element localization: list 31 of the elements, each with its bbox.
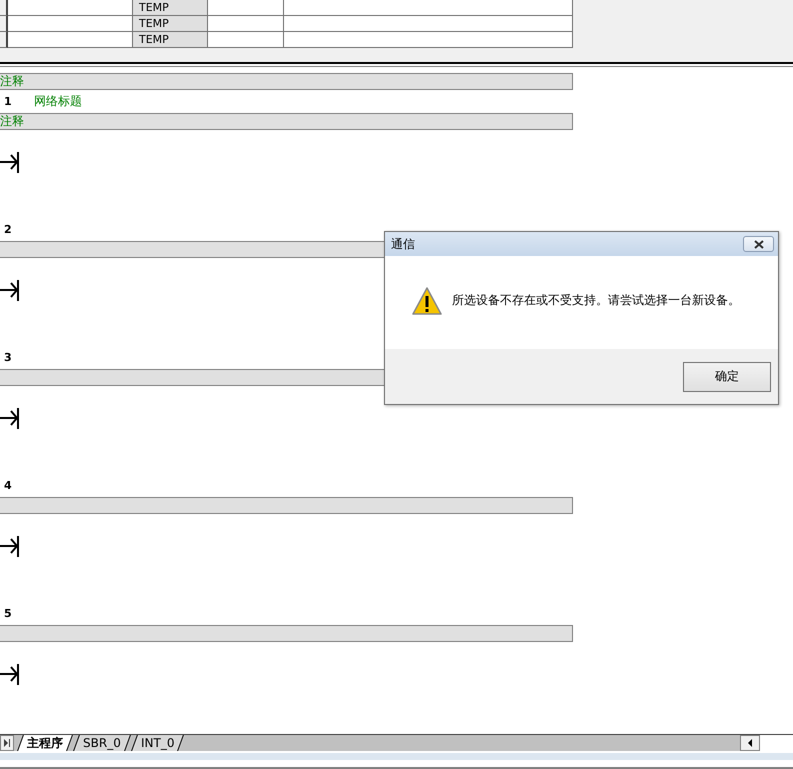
network-number: 4 [4,479,12,492]
table-cell: TEMP [133,16,208,32]
network-comment[interactable] [0,497,573,514]
row-header[interactable] [0,16,8,32]
program-tab[interactable]: 主程序 [17,735,73,751]
row-header[interactable] [0,32,8,48]
network-number: 5 [4,607,12,620]
coil-arrow-icon [0,664,20,685]
network-comment[interactable]: 注释 [0,113,573,130]
network-title[interactable]: 网络标题 [34,93,82,110]
table-cell: TEMP [133,32,208,48]
scroll-left-icon[interactable] [740,735,760,751]
row-header[interactable] [0,0,8,16]
dialog-title: 通信 [391,236,415,252]
dialog-message: 所选设备不存在或不受支持。请尝试选择一台新设备。 [452,292,740,309]
program-tab[interactable]: INT_0 [130,735,184,751]
table-cell: TEMP [133,0,208,16]
last-tab-icon[interactable] [0,735,14,751]
network-comment[interactable] [0,625,573,642]
ok-button[interactable]: 确定 [683,362,771,392]
coil-arrow-icon [0,152,20,173]
network-number: 2 [4,223,12,236]
program-tab[interactable]: SBR_0 [73,735,131,751]
coil-arrow-icon [0,408,20,429]
coil-arrow-icon [0,536,20,557]
network-number: 3 [4,351,12,364]
program-comment[interactable]: 注释 [0,73,573,90]
warning-icon [412,286,442,314]
close-icon[interactable] [743,236,774,252]
coil-arrow-icon [0,280,20,301]
network-number: 1 [4,95,12,108]
